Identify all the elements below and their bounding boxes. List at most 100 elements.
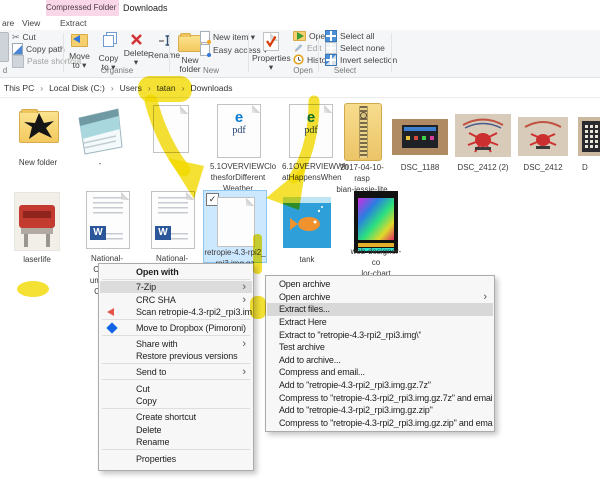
menu-item-restore-previous-versions[interactable]: Restore previous versions — [100, 350, 252, 362]
notepad-icon — [76, 105, 124, 155]
file-pdf-51overview[interactable]: e pdf 5.1OVERVIEWClo thesforDifferent We… — [210, 103, 266, 195]
properties-icon — [263, 32, 279, 51]
breadcrumb-separator: › — [182, 83, 185, 93]
select-none-icon — [325, 42, 337, 54]
organise-group-label: Organise — [92, 66, 142, 75]
photo-thumbnail — [283, 197, 331, 248]
antivirus-scan-icon — [107, 308, 114, 316]
copy-path-icon — [12, 43, 23, 55]
select-group-label: Select — [320, 66, 370, 75]
file-dsc-2412[interactable]: DSC_2412 — [515, 103, 571, 173]
ribbon-separator — [169, 33, 170, 72]
delete-button[interactable]: Delete ▾ — [122, 31, 150, 67]
submenu-item-add-to-archive[interactable]: Add to archive... — [267, 354, 493, 367]
breadcrumb-separator: › — [40, 83, 43, 93]
invert-selection-button[interactable]: Invert selection — [325, 54, 397, 66]
submenu-expand-icon: › — [242, 282, 246, 292]
submenu-item-compress-to-zip-email[interactable]: Compress to "retropie-4.3-rpi2_rpi3.img.… — [267, 417, 493, 430]
menu-item-scan[interactable]: Scan retropie-4.3-rpi2_rpi3.img.gz — [100, 306, 252, 318]
file-pdf-61overview[interactable]: e pdf 6.1OVERVIEWWh atHappensWhen — [282, 103, 338, 185]
menu-item-send-to[interactable]: Send to › — [100, 366, 252, 378]
menu-item-create-shortcut[interactable]: Create shortcut — [100, 411, 252, 423]
new-item-button[interactable]: New item ▾ — [200, 31, 255, 43]
file-raspbian-zip[interactable]: 2017-04-10-rasp bian-jessie-lite — [336, 101, 388, 185]
file-dsc-1188[interactable]: DSC_1188 — [390, 103, 450, 173]
paste-button-partial[interactable] — [0, 32, 9, 62]
tab-extract[interactable]: Extract — [60, 17, 86, 30]
menu-item-delete[interactable]: Delete — [100, 424, 252, 436]
tab-view[interactable]: View — [22, 17, 40, 30]
breadcrumb-downloads[interactable]: Downloads — [190, 83, 232, 93]
folder-art — [21, 112, 57, 140]
menu-separator — [102, 408, 250, 409]
menu-item-open-with[interactable]: Open with — [100, 266, 252, 278]
paste-shortcut-icon — [12, 55, 24, 68]
breadcrumb-this-pc[interactable]: This PC — [4, 83, 34, 93]
submenu-expand-icon: › — [242, 367, 246, 377]
file-blank-document[interactable] — [144, 103, 196, 165]
file-web-designer-color-chart[interactable]: web-designer-co lor-chart — [348, 189, 404, 271]
copy-path-button[interactable]: Copy path — [12, 43, 65, 55]
menu-separator — [102, 319, 250, 320]
file-explorer-window: Compressed Folder Tools Downloads are Vi… — [0, 0, 600, 488]
submenu-item-extract-here[interactable]: Extract Here — [267, 316, 493, 329]
submenu-item-test-archive[interactable]: Test archive — [267, 341, 493, 354]
word-document-icon: W — [86, 191, 130, 249]
submenu-item-add-to-7z[interactable]: Add to "retropie-4.3-rpi2_rpi3.img.gz.7z… — [267, 379, 493, 392]
menu-item-rename[interactable]: Rename — [100, 436, 252, 448]
breadcrumb-local-disk-c[interactable]: Local Disk (C:) — [49, 83, 105, 93]
select-all-icon — [325, 30, 337, 42]
cut-icon: ✂ — [12, 32, 20, 43]
file-text-document[interactable]: - — [72, 103, 128, 169]
menu-item-share-with[interactable]: Share with › — [100, 338, 252, 350]
menu-item-crc-sha[interactable]: CRC SHA › — [100, 294, 252, 306]
breadcrumb-users[interactable]: Users — [120, 83, 142, 93]
file-new-folder[interactable]: New folder — [12, 103, 64, 169]
select-none-button[interactable]: Select none — [325, 42, 385, 54]
new-item-icon — [200, 31, 210, 43]
edge-pdf-icon: e pdf — [217, 104, 261, 158]
photo-thumbnail — [14, 192, 60, 251]
submenu-item-extract-files[interactable]: Extract files... — [267, 303, 493, 316]
move-to-button[interactable]: Move to ▾ — [66, 31, 93, 70]
move-to-icon — [71, 34, 88, 47]
ribbon-separator — [248, 33, 249, 72]
file-laserlife[interactable]: laserlife — [10, 191, 64, 269]
submenu-item-extract-to[interactable]: Extract to "retropie-4.3-rpi2_rpi3.img\" — [267, 328, 493, 341]
edge-pdf-icon: e pdf — [289, 104, 333, 158]
file-retropie-selected[interactable]: ✓ retropie-4.3-rpi2_ rpi3.img.gz — [203, 190, 267, 263]
context-menu: Open with 7-Zip › CRC SHA › Scan retropi… — [98, 263, 254, 471]
ribbon-separator — [318, 33, 319, 72]
submenu-item-add-to-zip[interactable]: Add to "retropie-4.3-rpi2_rpi3.img.gz.zi… — [267, 404, 493, 417]
breadcrumb-separator: › — [148, 83, 151, 93]
file-tank[interactable]: tank — [280, 191, 334, 267]
file-dsc-2412-2[interactable]: DSC_2412 (2) — [452, 103, 514, 173]
submenu-item-open-archive-2[interactable]: Open archive › — [267, 291, 493, 304]
delete-icon — [130, 33, 143, 46]
easy-access-icon — [200, 44, 210, 56]
submenu-item-open-archive[interactable]: Open archive — [267, 278, 493, 291]
open-icon — [293, 31, 306, 41]
submenu-item-compress-to-7z-email[interactable]: Compress to "retropie-4.3-rpi2_rpi3.img.… — [267, 391, 493, 404]
zip-folder-icon — [344, 103, 382, 161]
select-all-button[interactable]: Select all — [325, 30, 375, 42]
file-partial-right-edge[interactable]: D — [576, 103, 600, 173]
breadcrumb: This PC › Local Disk (C:) › Users › tata… — [0, 78, 600, 98]
menu-item-properties[interactable]: Properties — [100, 453, 252, 465]
breadcrumb-tatan[interactable]: tatan — [157, 83, 176, 93]
menu-item-move-to-dropbox[interactable]: Move to Dropbox (Pimoroni) — [100, 322, 252, 334]
word-document-icon: W — [151, 191, 195, 249]
document-icon — [217, 197, 255, 247]
contextual-tab-compressed-folder-tools[interactable]: Compressed Folder Tools — [46, 0, 119, 16]
ribbon-separator — [391, 33, 392, 72]
cut-button[interactable]: ✂ Cut — [12, 31, 36, 43]
menu-separator — [102, 335, 250, 336]
menu-item-7-zip[interactable]: 7-Zip › — [100, 281, 252, 293]
menu-item-copy[interactable]: Copy — [100, 395, 252, 407]
menu-item-cut[interactable]: Cut — [100, 383, 252, 395]
document-icon — [153, 105, 189, 153]
submenu-item-compress-and-email[interactable]: Compress and email... — [267, 366, 493, 379]
history-clock-icon — [293, 54, 304, 67]
tab-share-partial[interactable]: are — [2, 17, 14, 30]
new-group-label: New — [186, 66, 236, 75]
